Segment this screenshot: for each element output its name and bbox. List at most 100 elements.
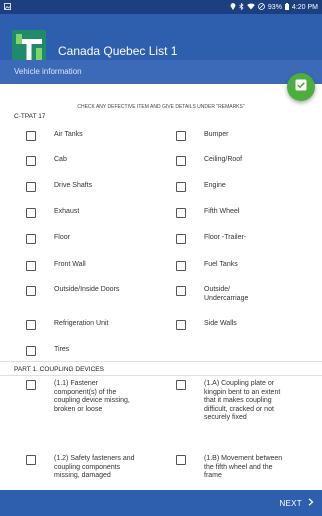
battery-icon bbox=[284, 3, 289, 12]
checkbox[interactable] bbox=[26, 261, 36, 271]
checkbox[interactable] bbox=[26, 156, 36, 166]
item-label: Engine bbox=[204, 182, 226, 189]
app-logo-icon bbox=[12, 30, 46, 64]
divider bbox=[0, 375, 322, 376]
checkbox[interactable] bbox=[176, 261, 186, 271]
checklist-item[interactable]: Floor bbox=[0, 234, 161, 244]
image-notification-icon bbox=[4, 3, 11, 12]
group-title-ctpat: C-TPAT 17 bbox=[14, 113, 46, 120]
item-label: Air Tanks bbox=[54, 131, 83, 138]
checklist-row: Floor Floor -Trailer- bbox=[0, 234, 322, 244]
item-label: Cab bbox=[54, 156, 67, 163]
item-label: Refrigeration Unit bbox=[54, 320, 109, 327]
item-label: Front Wall bbox=[54, 261, 86, 268]
checklist-item[interactable]: Floor -Trailer- bbox=[161, 234, 322, 244]
section-header: Vehicle information bbox=[0, 60, 322, 84]
checkbox[interactable] bbox=[176, 380, 186, 390]
checklist-item[interactable]: Side Walls bbox=[161, 320, 322, 330]
checklist-item[interactable]: Refrigeration Unit bbox=[0, 320, 161, 330]
clock: 4:20 PM bbox=[291, 4, 318, 11]
instruction-text: CHECK ANY DEFECTIVE ITEM AND GIVE DETAIL… bbox=[77, 104, 245, 110]
location-icon bbox=[230, 3, 236, 12]
item-label: Side Walls bbox=[204, 320, 237, 327]
checklist-row: Drive Shafts Engine bbox=[0, 182, 322, 192]
item-label: Bumper bbox=[204, 131, 229, 138]
group-title-coupling: PART 1. COUPLING DEVICES bbox=[14, 366, 104, 373]
checklist-item[interactable]: Outside/Inside Doors bbox=[0, 286, 161, 303]
status-bar: 93% 4:20 PM bbox=[0, 0, 322, 14]
checklist-row: Air Tanks Bumper bbox=[0, 131, 322, 141]
checklist-row: Front Wall Fuel Tanks bbox=[0, 261, 322, 271]
checklist-item[interactable]: Drive Shafts bbox=[0, 182, 161, 192]
checklist-item[interactable]: Air Tanks bbox=[0, 131, 161, 141]
checkbox-checked-icon bbox=[295, 78, 307, 96]
checklist-item[interactable]: Engine bbox=[161, 182, 322, 192]
item-label: Floor -Trailer- bbox=[204, 234, 247, 241]
checklist-item[interactable]: Bumper bbox=[161, 131, 322, 141]
item-label: Ceiling/Roof bbox=[204, 156, 243, 163]
checklist-item[interactable]: Ceiling/Roof bbox=[161, 156, 322, 166]
checklist-item[interactable]: (1.A) Coupling plate or kingpin bent to … bbox=[161, 380, 322, 423]
checkbox[interactable] bbox=[26, 208, 36, 218]
save-checklist-button[interactable] bbox=[287, 73, 315, 101]
checklist-item[interactable]: Cab bbox=[0, 156, 161, 166]
checkbox[interactable] bbox=[176, 182, 186, 192]
bluetooth-icon bbox=[239, 2, 244, 12]
checklist-item[interactable]: (1.B) Movement between the fifth wheel a… bbox=[161, 455, 322, 481]
app-title: Canada Quebec List 1 bbox=[58, 44, 178, 58]
checklist-item[interactable]: Outside/ Undercarriage bbox=[161, 286, 322, 303]
item-label: (1.A) Coupling plate or kingpin bent to … bbox=[204, 380, 281, 421]
checkbox[interactable] bbox=[176, 455, 186, 465]
checkbox[interactable] bbox=[176, 234, 186, 244]
bottom-bar: NEXT bbox=[0, 490, 322, 516]
item-label: Outside/ Undercarriage bbox=[204, 286, 249, 302]
checkbox[interactable] bbox=[26, 234, 36, 244]
divider bbox=[0, 361, 322, 362]
next-button[interactable]: NEXT bbox=[279, 498, 314, 508]
item-label: Tires bbox=[54, 346, 70, 353]
item-label: Outside/Inside Doors bbox=[54, 286, 120, 293]
item-label: Drive Shafts bbox=[54, 182, 93, 189]
checkbox[interactable] bbox=[26, 182, 36, 192]
checkbox[interactable] bbox=[26, 320, 36, 330]
section-title: Vehicle information bbox=[14, 67, 82, 76]
item-label: (1.2) Safety fasteners and coupling comp… bbox=[54, 455, 135, 479]
item-label: Fuel Tanks bbox=[204, 261, 238, 268]
checklist-item[interactable]: Fuel Tanks bbox=[161, 261, 322, 271]
checkbox[interactable] bbox=[26, 455, 36, 465]
checklist-item[interactable]: (1.2) Safety fasteners and coupling comp… bbox=[0, 455, 161, 481]
item-label: Fifth Wheel bbox=[204, 208, 240, 215]
item-label: Floor bbox=[54, 234, 70, 241]
checklist-item[interactable]: Tires bbox=[0, 346, 161, 356]
checkbox[interactable] bbox=[176, 208, 186, 218]
do-not-disturb-icon bbox=[258, 3, 265, 12]
checklist-row: Outside/Inside Doors Outside/ Undercarri… bbox=[0, 286, 322, 303]
checkbox[interactable] bbox=[176, 131, 186, 141]
checklist-item[interactable]: Front Wall bbox=[0, 261, 161, 271]
checklist-row: Exhaust Fifth Wheel bbox=[0, 208, 322, 218]
item-label: Exhaust bbox=[54, 208, 80, 215]
checklist-row: Refrigeration Unit Side Walls bbox=[0, 320, 322, 330]
checklist-row: Tires bbox=[0, 346, 322, 356]
checkbox[interactable] bbox=[26, 131, 36, 141]
checklist-row: (1.2) Safety fasteners and coupling comp… bbox=[0, 455, 322, 481]
wifi-icon bbox=[247, 3, 255, 12]
battery-percent: 93% bbox=[267, 4, 282, 11]
checklist-item[interactable]: (1.1) Fastener component(s) of the coupl… bbox=[0, 380, 161, 423]
checklist[interactable]: CHECK ANY DEFECTIVE ITEM AND GIVE DETAIL… bbox=[0, 84, 322, 490]
checkbox[interactable] bbox=[176, 286, 186, 296]
next-label: NEXT bbox=[279, 498, 302, 508]
checkbox[interactable] bbox=[26, 346, 36, 356]
checkbox[interactable] bbox=[26, 286, 36, 296]
checklist-row: (1.1) Fastener component(s) of the coupl… bbox=[0, 380, 322, 423]
chevron-right-icon bbox=[308, 498, 314, 508]
checkbox[interactable] bbox=[176, 320, 186, 330]
checklist-item[interactable]: Fifth Wheel bbox=[161, 208, 322, 218]
checkbox[interactable] bbox=[26, 380, 36, 390]
item-label: (1.B) Movement between the fifth wheel a… bbox=[204, 455, 283, 479]
checkbox[interactable] bbox=[176, 156, 186, 166]
checklist-item[interactable]: Exhaust bbox=[0, 208, 161, 218]
app-bar: Canada Quebec List 1 bbox=[0, 14, 322, 64]
item-label: (1.1) Fastener component(s) of the coupl… bbox=[54, 380, 130, 413]
checklist-row: Cab Ceiling/Roof bbox=[0, 156, 322, 166]
